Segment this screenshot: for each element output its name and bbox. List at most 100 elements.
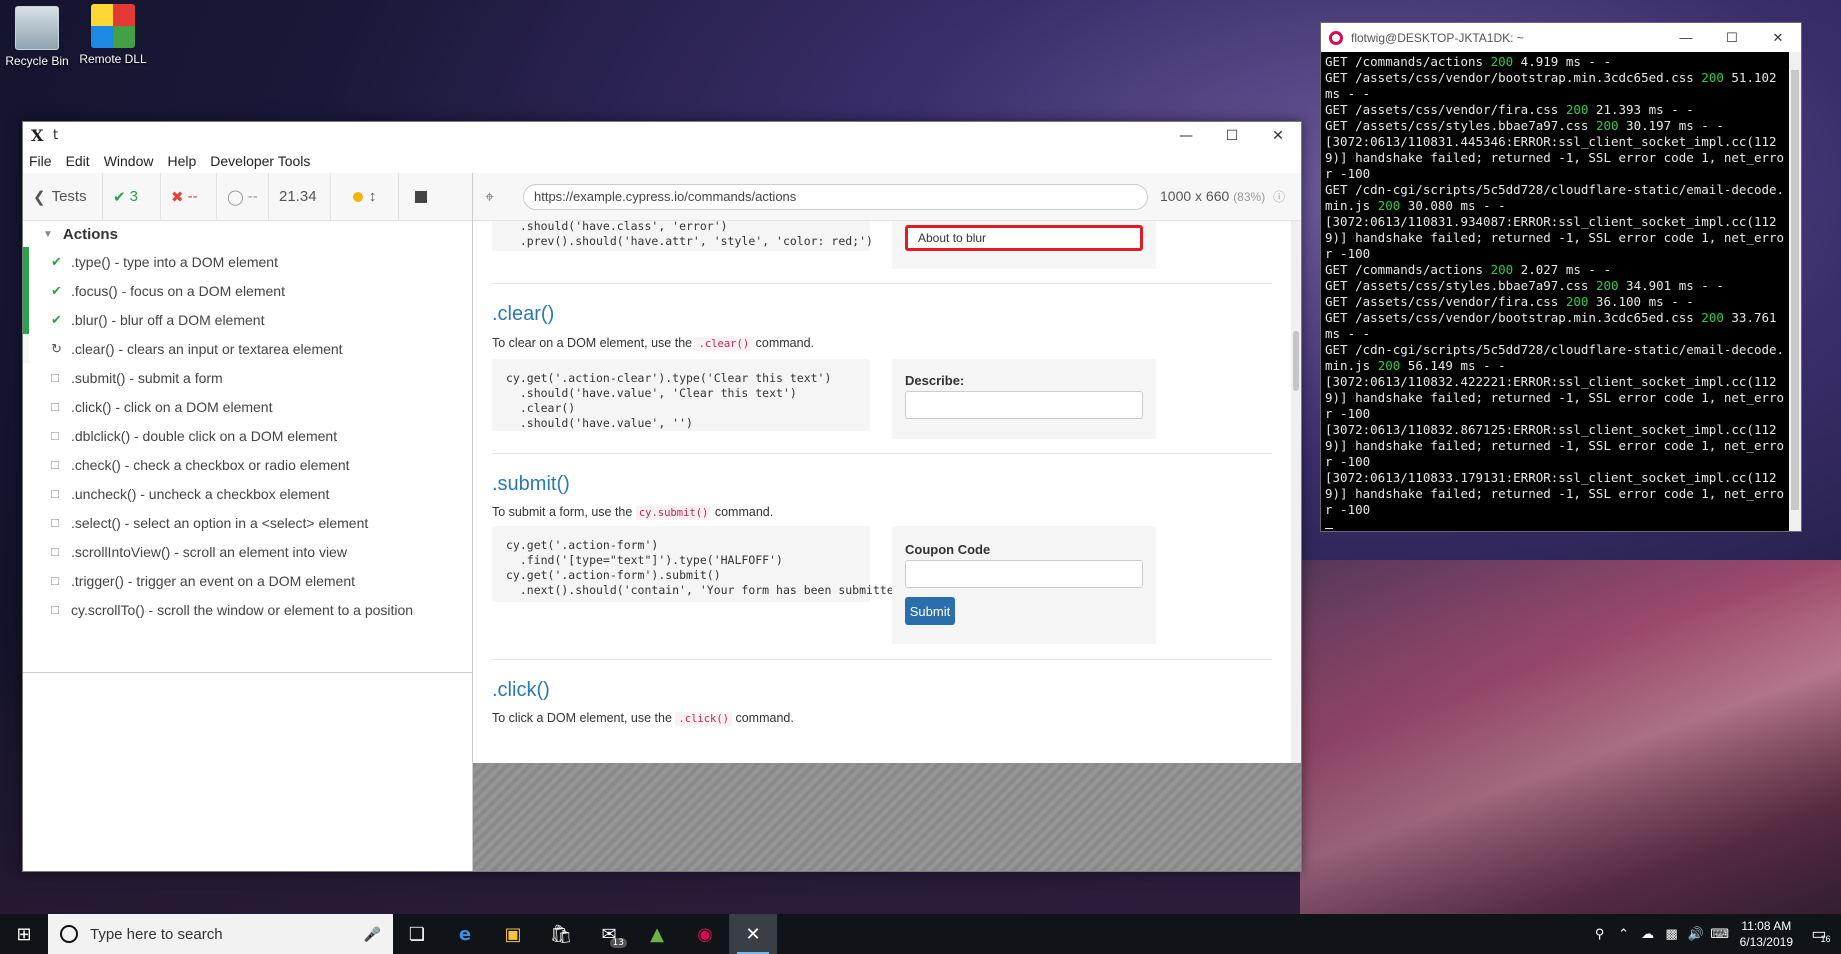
start-button[interactable]: ⊞ <box>0 914 48 954</box>
network-icon[interactable]: ▩ <box>1660 926 1684 942</box>
onedrive-icon[interactable]: ☁ <box>1636 926 1660 942</box>
terminal-scrollbar[interactable] <box>1789 52 1801 531</box>
x-icon: ✖ <box>171 188 184 206</box>
chevron-up-icon[interactable]: ⌃ <box>1612 926 1636 942</box>
click-title[interactable]: .click() <box>492 679 550 702</box>
test-label: .check() - check a checkbox or radio ele… <box>71 456 350 473</box>
recycle-bin-desktop-icon[interactable]: Recycle Bin <box>0 6 74 68</box>
stop-button[interactable] <box>399 173 443 220</box>
selector-playground-icon[interactable]: ⌖ <box>485 187 515 207</box>
maximize-button[interactable]: ☐ <box>1209 122 1255 149</box>
terminal-line-timing: 21.393 ms - - <box>1588 102 1694 117</box>
suite-actions[interactable]: ▼ Actions <box>23 221 472 247</box>
folder-icon: ▣ <box>504 923 522 945</box>
aut-scrollbar[interactable] <box>1291 221 1301 763</box>
aut-url[interactable]: https://example.cypress.io/commands/acti… <box>523 183 1148 210</box>
pending-count: ◯ -- <box>217 173 269 220</box>
debian-terminal-button[interactable]: ◉ <box>681 914 729 954</box>
test-row[interactable]: □ .dblclick() - double click on a DOM ele… <box>23 421 472 450</box>
terminal-output[interactable]: GET /commands/actions 200 4.919 ms - - GE… <box>1321 52 1791 529</box>
store-button[interactable]: 🛍 <box>537 914 585 954</box>
minimize-button[interactable]: — <box>1163 122 1209 149</box>
volume-icon[interactable]: 🔊 <box>1684 926 1708 942</box>
test-list: ✔ .type() - type into a DOM element ✔ .focu… <box>23 247 472 624</box>
menu-developer-tools[interactable]: Developer Tools <box>210 153 310 169</box>
test-label: .uncheck() - uncheck a checkbox element <box>71 485 330 502</box>
cypress-taskbar-button[interactable]: ✕ <box>729 914 777 954</box>
terminal-line: GET /assets/css/styles.bbae7a97.css 200 … <box>1325 278 1787 294</box>
microphone-icon[interactable]: 🎤 <box>364 926 381 943</box>
clear-desc-text: To clear on a DOM element, use the <box>492 336 693 350</box>
terminal-line: GET /assets/css/vendor/fira.css 200 21.3… <box>1325 102 1787 118</box>
test-row[interactable]: ✔ .blur() - blur off a DOM element <box>23 305 472 334</box>
test-row[interactable]: □ .trigger() - trigger an event on a DOM … <box>23 566 472 595</box>
mail-button[interactable]: ✉ 13 <box>585 914 633 954</box>
menu-file[interactable]: File <box>29 153 52 169</box>
terminal-maximize-button[interactable]: ☐ <box>1709 30 1755 46</box>
terminal-line: GET /commands/actions 200 2.027 ms - - <box>1325 262 1787 278</box>
section-divider <box>492 659 1272 660</box>
test-row[interactable]: □ .check() - check a checkbox or radio el… <box>23 450 472 479</box>
people-icon[interactable]: ⚲ <box>1588 926 1612 942</box>
menu-help[interactable]: Help <box>167 153 196 169</box>
test-row[interactable]: □ cy.scrollTo() - scroll the window or el… <box>23 595 472 624</box>
aut-scrollbar-thumb[interactable] <box>1293 331 1299 391</box>
blur-code: .should('have.class', 'error') .prev().s… <box>492 221 873 251</box>
action-center-button[interactable]: ▭ 16 <box>1801 924 1841 944</box>
suite-title: Actions <box>62 225 118 243</box>
submit-code-line: cy.get('.action-form') <box>506 538 659 552</box>
taskbar-search[interactable]: Type here to search 🎤 <box>48 914 393 954</box>
taskbar-clock[interactable]: 11:08 AM 6/13/2019 <box>1732 918 1801 950</box>
test-row[interactable]: □ .click() - click on a DOM element <box>23 392 472 421</box>
menu-edit[interactable]: Edit <box>66 153 90 169</box>
test-row[interactable]: □ .submit() - submit a form <box>23 363 472 392</box>
test-label: .submit() - submit a form <box>71 369 223 386</box>
auto-scroll-toggle[interactable]: ↕ <box>331 173 399 220</box>
test-state-bar <box>23 276 29 305</box>
task-view-button[interactable]: ❏ <box>393 914 441 954</box>
terminal-line-text: [3072:0613/110833.179131:ERROR:ssl_clien… <box>1325 470 1785 517</box>
file-explorer-button[interactable]: ▣ <box>489 914 537 954</box>
describe-input[interactable] <box>905 391 1143 419</box>
passed-value: 3 <box>129 188 138 205</box>
windows-logo-icon: ⊞ <box>16 923 32 945</box>
terminal-minimize-button[interactable]: — <box>1663 30 1709 45</box>
blur-input[interactable]: About to blur <box>905 225 1143 251</box>
test-row[interactable]: □ .select() - select an option in a <sele… <box>23 508 472 537</box>
test-row[interactable]: □ .scrollIntoView() - scroll an element i… <box>23 537 472 566</box>
coupon-code-input[interactable] <box>905 560 1143 588</box>
test-label: .click() - click on a DOM element <box>71 398 273 415</box>
submit-button[interactable]: Submit <box>905 597 955 625</box>
edge-button[interactable]: e <box>441 914 489 954</box>
info-icon: ⓘ <box>1273 190 1286 204</box>
duration: 21.34 <box>269 173 331 220</box>
search-placeholder: Type here to search <box>90 925 223 943</box>
clear-title[interactable]: .clear() <box>492 303 554 326</box>
test-row[interactable]: ✔ .type() - type into a DOM element <box>23 247 472 276</box>
test-row[interactable]: ✔ .focus() - focus on a DOM element <box>23 276 472 305</box>
terminal-scrollbar-thumb[interactable] <box>1791 70 1799 510</box>
reporter-stats: ❮ Tests ✔ 3 ✖ -- ◯ -- 21.34 ↕ <box>23 173 472 221</box>
terminal-line-text: [3072:0613/110832.422221:ERROR:ssl_clien… <box>1325 374 1785 421</box>
recycle-bin-label: Recycle Bin <box>5 54 69 68</box>
terminal-line: [3072:0613/110832.422221:ERROR:ssl_clien… <box>1325 374 1787 422</box>
viewport-info[interactable]: 1000 x 660 (83%) ⓘ <box>1160 188 1285 205</box>
close-button[interactable]: ✕ <box>1255 122 1301 149</box>
remote-dll-desktop-icon[interactable]: Remote DLL <box>76 4 150 66</box>
tree-app-button[interactable]: ▲ <box>633 914 681 954</box>
submit-title[interactable]: .submit() <box>492 473 570 496</box>
click-desc-text: To click a DOM element, use the <box>492 711 672 725</box>
language-icon[interactable]: ⌨ <box>1708 926 1732 942</box>
test-row[interactable]: □ .uncheck() - uncheck a checkbox element <box>23 479 472 508</box>
test-state-bar <box>23 421 29 450</box>
terminal-close-button[interactable]: ✕ <box>1755 30 1801 46</box>
status-code: 200 <box>1595 278 1619 293</box>
test-row[interactable]: ↻ .clear() - clears an input or textarea … <box>23 334 472 363</box>
terminal-line-timing: 4.919 ms - - <box>1513 54 1611 69</box>
terminal-line-text: GET /assets/css/styles.bbae7a97.css <box>1325 278 1596 293</box>
cortana-icon <box>60 925 78 943</box>
tests-back-button[interactable]: ❮ Tests <box>23 173 103 220</box>
menu-window[interactable]: Window <box>104 153 154 169</box>
caret-down-icon: ▼ <box>43 228 53 240</box>
notification-count: 16 <box>1820 934 1831 944</box>
